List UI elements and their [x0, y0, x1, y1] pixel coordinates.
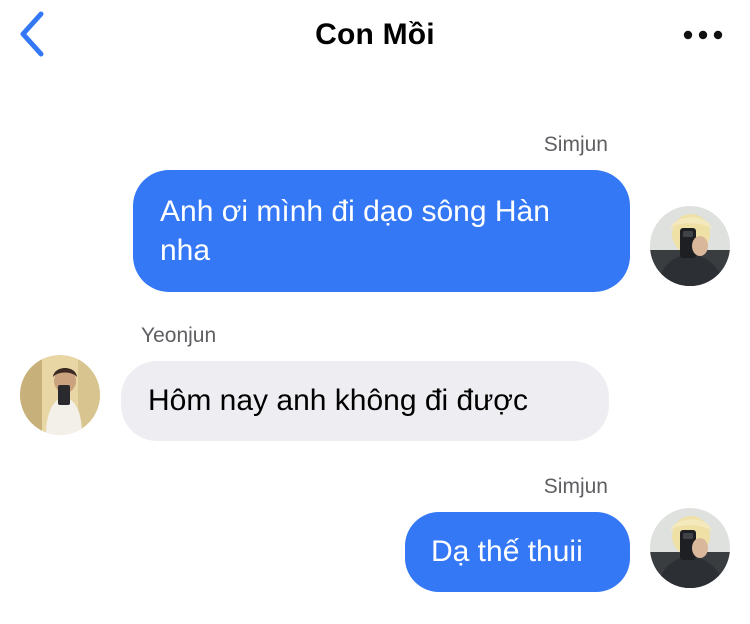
sender-name: Simjun [543, 475, 608, 498]
message-bubble-outgoing[interactable]: Dạ thế thuii [405, 512, 630, 592]
more-options-button[interactable] [680, 22, 726, 50]
sender-name: Simjun [543, 133, 608, 156]
avatar[interactable] [20, 355, 100, 435]
chat-screen: Con Mồi Simjun Anh ơi mình đi dạo sông H… [0, 0, 750, 624]
avatar[interactable] [650, 508, 730, 588]
more-horizontal-icon [683, 27, 723, 45]
message-bubble-outgoing[interactable]: Anh ơi mình đi dạo sông Hàn nha [133, 170, 630, 292]
page-title: Con Mồi [315, 18, 435, 51]
message-bubble-incoming[interactable]: Hôm nay anh không đi được [121, 361, 609, 441]
chat-header: Con Mồi [0, 0, 750, 80]
avatar[interactable] [650, 206, 730, 286]
sender-name: Yeonjun [141, 324, 217, 347]
